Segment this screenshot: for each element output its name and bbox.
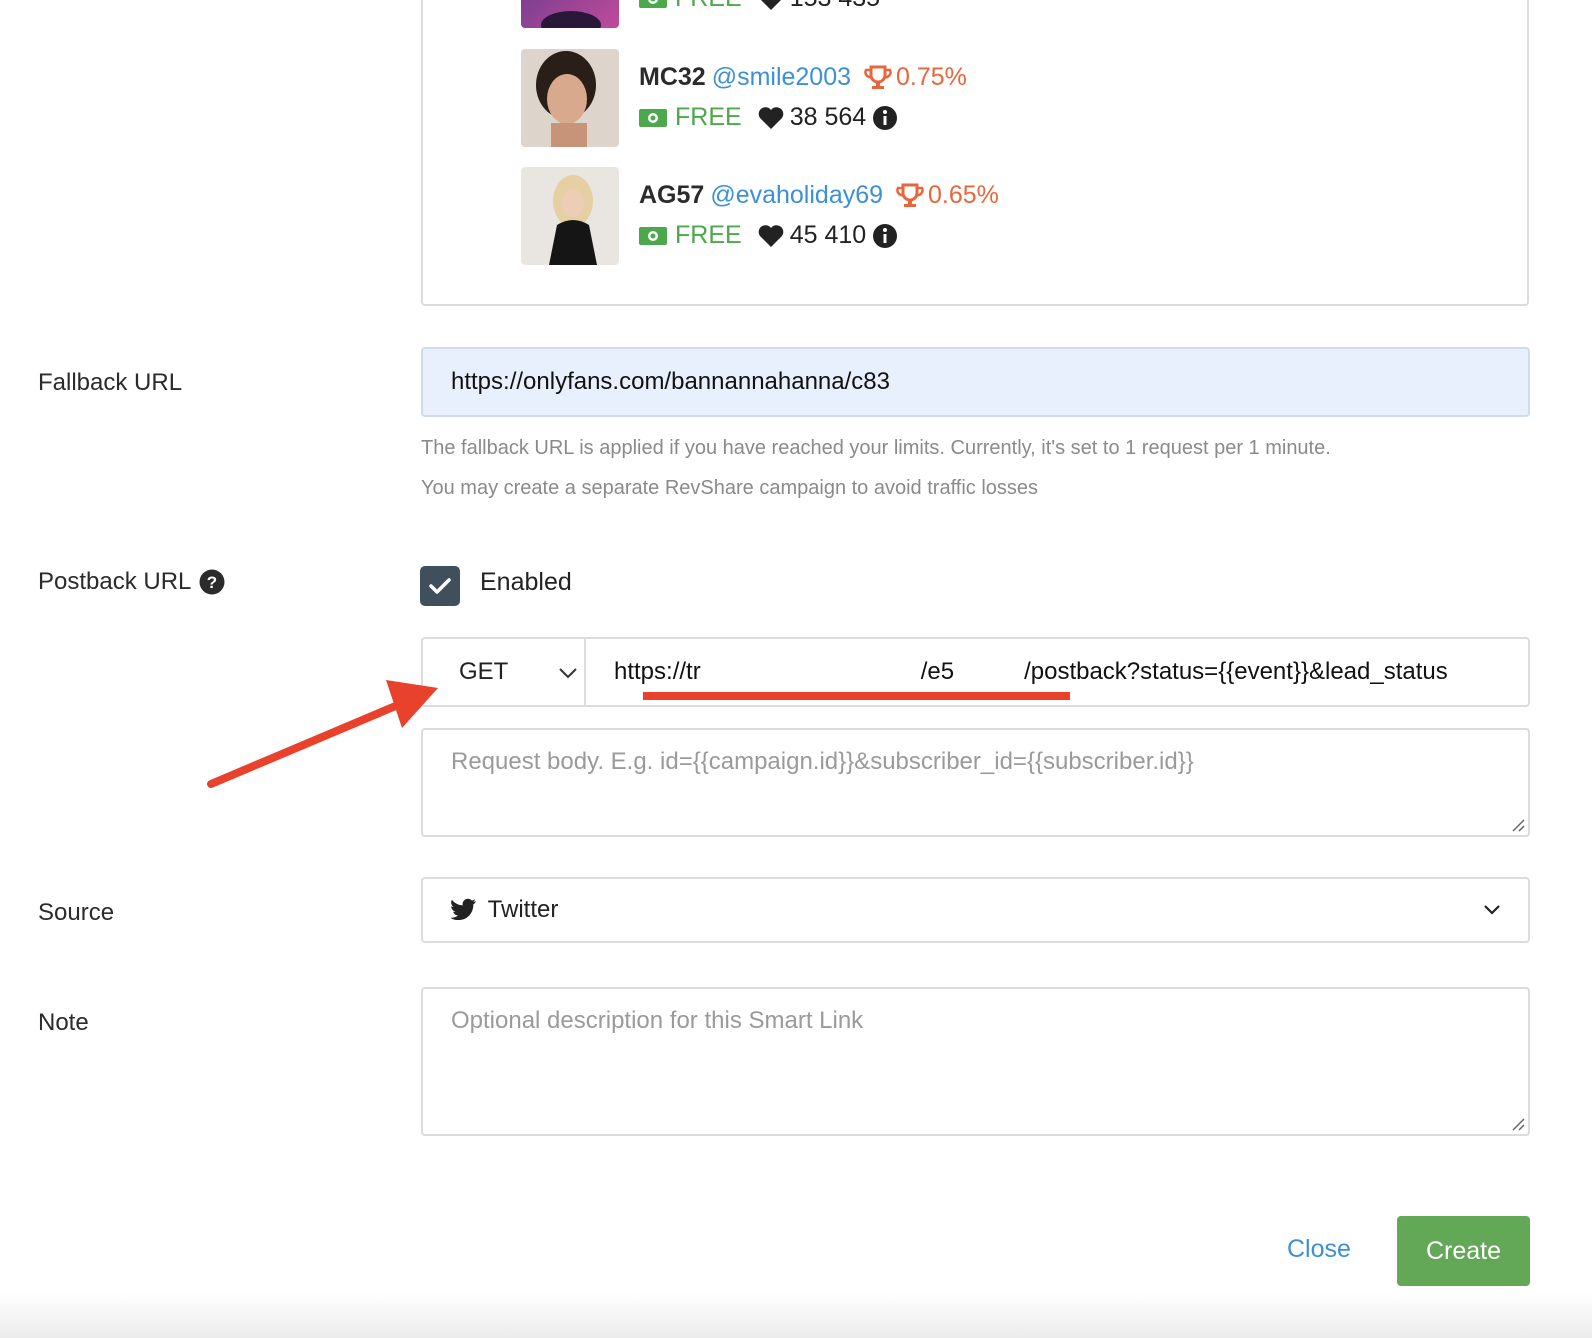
source-selected-value: Twitter bbox=[487, 896, 559, 923]
price-label: FREE bbox=[675, 0, 742, 13]
creator-percent: 0.65% bbox=[927, 181, 999, 209]
svg-text:?: ? bbox=[207, 573, 217, 592]
request-body-placeholder: Request body. E.g. id={{campaign.id}}&su… bbox=[451, 748, 1194, 775]
fallback-url-label: Fallback URL bbox=[38, 369, 183, 396]
request-body-textarea[interactable]: Request body. E.g. id={{campaign.id}}&su… bbox=[421, 728, 1530, 837]
chevron-down-icon bbox=[559, 668, 577, 679]
info-icon[interactable] bbox=[872, 105, 898, 131]
likes: 45 410 bbox=[758, 221, 866, 250]
source-label: Source bbox=[38, 899, 115, 926]
postback-url-label-row: Postback URL ? bbox=[38, 568, 225, 596]
creator-avatar bbox=[521, 0, 619, 28]
money-icon bbox=[639, 0, 667, 8]
trophy-icon bbox=[896, 183, 924, 208]
creator-item[interactable]: FREE 153 435 bbox=[521, 0, 1421, 30]
postback-url-end: /postback?status={{event}}&lead_status bbox=[1024, 658, 1448, 685]
free-badge: FREE bbox=[639, 0, 742, 13]
postback-url-label: Postback URL bbox=[38, 568, 192, 595]
creator-stats: FREE 45 410 bbox=[639, 221, 898, 250]
close-button[interactable]: Close bbox=[1287, 1235, 1351, 1264]
creator-handle-link[interactable]: @smile2003 bbox=[712, 63, 851, 91]
creator-item[interactable]: MC32 @smile2003 0.75% FREE 38 564 bbox=[521, 49, 1421, 149]
postback-enabled-checkbox[interactable] bbox=[420, 566, 460, 606]
money-icon bbox=[639, 108, 667, 127]
price-label: FREE bbox=[675, 103, 742, 131]
free-badge: FREE bbox=[639, 221, 742, 250]
postback-url-start: https://tr bbox=[614, 658, 701, 685]
creator-title: MC32 @smile2003 0.75% bbox=[639, 63, 967, 92]
annotation-arrow-shaft bbox=[207, 698, 409, 788]
creator-title: AG57 @evaholiday69 0.65% bbox=[639, 181, 999, 210]
twitter-bird-icon bbox=[451, 898, 476, 920]
likes: 153 435 bbox=[758, 0, 880, 13]
money-icon bbox=[639, 226, 667, 245]
fallback-help-text: The fallback URL is applied if you have … bbox=[421, 437, 1331, 459]
creator-code: MC32 bbox=[639, 63, 706, 91]
note-placeholder: Optional description for this Smart Link bbox=[451, 1007, 864, 1034]
resize-grip-icon[interactable] bbox=[1509, 816, 1525, 832]
resize-grip-icon[interactable] bbox=[1509, 1115, 1525, 1131]
creator-avatar bbox=[521, 49, 619, 147]
trophy-icon bbox=[864, 65, 892, 90]
likes-count: 153 435 bbox=[790, 0, 880, 13]
check-icon bbox=[429, 578, 451, 594]
fallback-url-input[interactable]: https://onlyfans.com/bannannahanna/c83 bbox=[421, 347, 1530, 417]
creator-percent: 0.75% bbox=[895, 63, 967, 91]
free-badge: FREE bbox=[639, 103, 742, 132]
postback-url-mid: /e5 bbox=[920, 658, 955, 685]
create-button[interactable]: Create bbox=[1397, 1216, 1530, 1286]
creator-stats: FREE 153 435 bbox=[639, 0, 880, 13]
postback-enabled-label: Enabled bbox=[480, 568, 572, 596]
question-help-icon[interactable]: ? bbox=[199, 569, 225, 595]
postback-url-input[interactable]: https://tr/e5/postback?status={{event}}&… bbox=[584, 637, 1530, 707]
note-label: Note bbox=[38, 1009, 89, 1036]
chevron-down-icon bbox=[1484, 905, 1500, 915]
fallback-help-text-secondary: You may create a separate RevShare campa… bbox=[421, 477, 1039, 499]
heart-icon bbox=[761, 0, 781, 10]
likes-count: 38 564 bbox=[789, 103, 867, 131]
heart-icon bbox=[758, 224, 783, 247]
creator-item[interactable]: AG57 @evaholiday69 0.65% FREE 45 410 bbox=[521, 167, 1421, 267]
source-select[interactable]: Twitter bbox=[421, 877, 1530, 943]
note-textarea[interactable]: Optional description for this Smart Link bbox=[421, 987, 1530, 1136]
likes-count: 45 410 bbox=[789, 221, 867, 249]
heart-icon bbox=[758, 106, 783, 129]
modal-footer-shadow bbox=[0, 1292, 1592, 1338]
creator-handle-link[interactable]: @evaholiday69 bbox=[710, 181, 883, 209]
creator-avatar bbox=[521, 167, 619, 265]
creator-stats: FREE 38 564 bbox=[639, 103, 898, 132]
price-label: FREE bbox=[675, 221, 742, 249]
info-icon[interactable] bbox=[872, 223, 898, 249]
likes: 38 564 bbox=[758, 103, 866, 132]
http-method-select[interactable]: GET bbox=[421, 637, 584, 707]
creator-code: AG57 bbox=[639, 181, 705, 209]
http-method-value: GET bbox=[459, 658, 509, 685]
